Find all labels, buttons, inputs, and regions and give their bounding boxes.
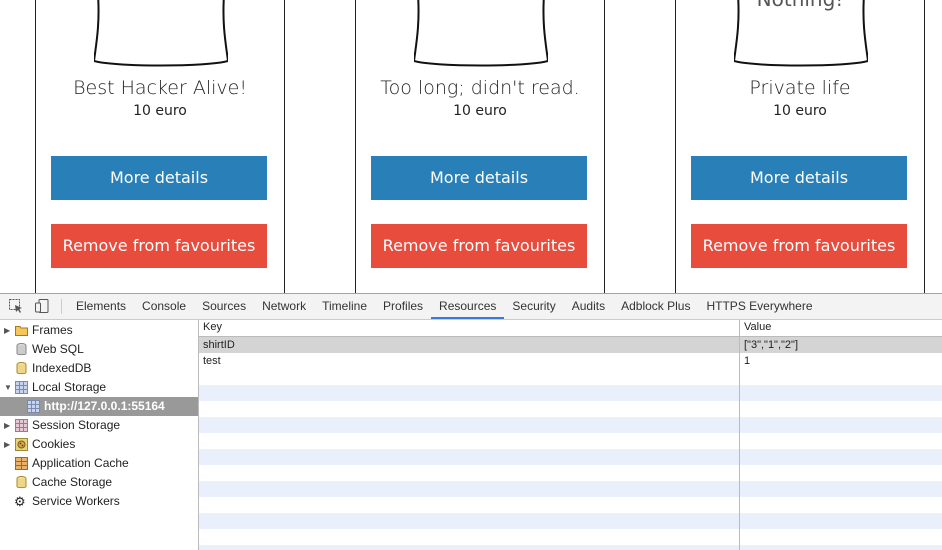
sidebar-item-application-cache[interactable]: Application Cache [0, 454, 198, 473]
storage-grid-icon [15, 381, 28, 394]
inspect-element-icon[interactable] [8, 298, 24, 314]
database-icon [16, 362, 27, 375]
tab-audits[interactable]: Audits [564, 294, 613, 319]
sidebar-item-frames[interactable]: ▶ Frames [0, 321, 198, 340]
empty-row [199, 529, 942, 545]
tshirt-image [414, 0, 548, 67]
product-card: Too long; didn't read. 10 euro More deta… [355, 0, 605, 293]
row-key: shirtID [203, 339, 235, 351]
shirt-print-text: Nothing! [676, 0, 924, 11]
product-title: Too long; didn't read. [380, 77, 580, 99]
sidebar-item-label: Cache Storage [32, 475, 113, 489]
sidebar-item-cookies[interactable]: ▶ Cookies [0, 435, 198, 454]
sidebar-item-indexeddb[interactable]: IndexedDB [0, 359, 198, 378]
product-card: Best Hacker Alive! 10 euro More details … [35, 0, 285, 293]
empty-row [199, 433, 942, 449]
collapse-arrow-icon[interactable]: ▼ [4, 378, 12, 397]
sidebar-item-label: Session Storage [32, 418, 121, 432]
remove-favourite-button[interactable]: Remove from favourites [51, 224, 267, 268]
tab-https-everywhere[interactable]: HTTPS Everywhere [698, 294, 820, 319]
empty-row [199, 417, 942, 433]
tab-sources[interactable]: Sources [194, 294, 254, 319]
devtools-panel: Elements Console Sources Network Timelin… [0, 293, 942, 550]
sidebar-item-service-workers[interactable]: ⚙ Service Workers [0, 492, 198, 511]
empty-row [199, 369, 942, 385]
more-details-button[interactable]: More details [371, 156, 587, 200]
empty-row [199, 401, 942, 417]
database-icon [16, 343, 27, 356]
expand-arrow-icon[interactable]: ▶ [4, 435, 10, 454]
empty-row [199, 545, 942, 550]
row-value: 1 [744, 355, 751, 367]
grid-icon [15, 457, 28, 470]
empty-row [199, 385, 942, 401]
column-header-key[interactable]: Key [203, 321, 222, 333]
sidebar-item-label: Cookies [32, 437, 76, 451]
sidebar-item-cache-storage[interactable]: Cache Storage [0, 473, 198, 492]
gear-icon: ⚙ [14, 494, 26, 509]
tab-resources[interactable]: Resources [431, 294, 505, 319]
devtools-tabs: Elements Console Sources Network Timelin… [68, 294, 821, 319]
column-header-value[interactable]: Value [744, 321, 771, 333]
tab-profiles[interactable]: Profiles [375, 294, 431, 319]
product-title: Private life [749, 77, 851, 99]
row-value: ["3","1","2"] [744, 339, 799, 351]
sidebar-item-label: Web SQL [32, 342, 84, 356]
tab-timeline[interactable]: Timeline [314, 294, 375, 319]
folder-icon [15, 326, 28, 336]
table-row[interactable]: shirtID ["3","1","2"] [199, 337, 942, 353]
web-page: Best Hacker Alive! 10 euro More details … [0, 0, 942, 293]
tab-elements[interactable]: Elements [68, 294, 134, 319]
sidebar-item-session-storage[interactable]: ▶ Session Storage [0, 416, 198, 435]
sidebar-item-web-sql[interactable]: Web SQL [0, 340, 198, 359]
grid-header: Key Value [199, 320, 942, 337]
storage-grid-icon [15, 419, 28, 432]
sidebar-item-label: http://127.0.0.1:55164 [44, 399, 165, 413]
sidebar-item-local-storage-origin[interactable]: http://127.0.0.1:55164 [0, 397, 198, 416]
sidebar-item-label: Local Storage [32, 380, 107, 394]
cookie-icon [15, 438, 28, 451]
expand-arrow-icon[interactable]: ▶ [4, 321, 10, 340]
database-icon [16, 476, 27, 489]
tab-console[interactable]: Console [134, 294, 194, 319]
sidebar-item-label: Service Workers [32, 494, 120, 508]
empty-row [199, 465, 942, 481]
device-mode-icon[interactable] [34, 298, 50, 314]
tab-network[interactable]: Network [254, 294, 314, 319]
tab-adblock-plus[interactable]: Adblock Plus [613, 294, 698, 319]
remove-favourite-button[interactable]: Remove from favourites [371, 224, 587, 268]
storage-grid-icon [27, 400, 40, 413]
tshirt-image [94, 0, 228, 67]
sidebar-item-label: IndexedDB [32, 361, 92, 375]
product-price: 10 euro [773, 103, 827, 119]
sidebar-item-local-storage[interactable]: ▼ Local Storage [0, 378, 198, 397]
product-card: Nothing! Private life 10 euro More detai… [675, 0, 925, 293]
column-divider[interactable] [739, 320, 740, 550]
empty-row [199, 513, 942, 529]
remove-favourite-button[interactable]: Remove from favourites [691, 224, 907, 268]
empty-row [199, 449, 942, 465]
toolbar-divider [61, 299, 62, 314]
empty-row [199, 497, 942, 513]
product-price: 10 euro [453, 103, 507, 119]
tab-security[interactable]: Security [504, 294, 563, 319]
sidebar-item-label: Application Cache [32, 456, 129, 470]
product-title: Best Hacker Alive! [73, 77, 247, 99]
resources-sidebar: ▶ Frames Web SQL IndexedDB ▼ Local Stora… [0, 320, 199, 550]
devtools-toolbar: Elements Console Sources Network Timelin… [0, 294, 942, 320]
row-key: test [203, 355, 221, 367]
expand-arrow-icon[interactable]: ▶ [4, 416, 10, 435]
storage-data-grid: Key Value shirtID ["3","1","2"] test 1 [199, 320, 942, 550]
table-row[interactable]: test 1 [199, 353, 942, 369]
empty-row [199, 481, 942, 497]
more-details-button[interactable]: More details [691, 156, 907, 200]
product-price: 10 euro [133, 103, 187, 119]
sidebar-item-label: Frames [32, 323, 73, 337]
more-details-button[interactable]: More details [51, 156, 267, 200]
